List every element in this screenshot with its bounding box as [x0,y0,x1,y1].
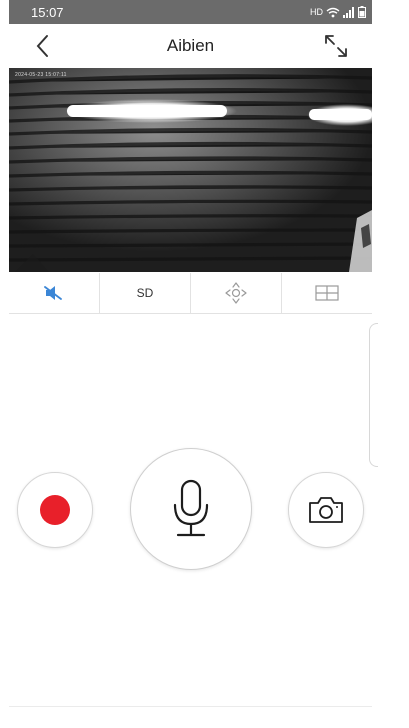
camera-feed-image [9,68,372,272]
grid-layout-icon [315,285,339,301]
page-title: Aibien [166,36,215,55]
ptz-control-button[interactable] [191,273,282,313]
wifi-icon [326,7,340,17]
side-panel-handle[interactable] [369,323,378,467]
quality-label: SD [136,286,154,300]
bottom-divider [9,706,372,707]
top-app-bar: Aibien [9,24,372,68]
quality-toggle-button[interactable]: SD [100,273,191,313]
playback-control-bar: SD [9,273,372,314]
video-timestamp-overlay: 2024-05-23 15:07:11 [15,72,67,78]
expand-arrows-icon [325,35,347,57]
status-time: 15:07 [31,4,64,20]
layout-toggle-button[interactable] [282,273,372,313]
speaker-muted-icon [44,286,62,300]
talk-button[interactable] [130,448,252,570]
ptz-direction-icon [225,282,247,304]
camera-icon [309,497,343,523]
mute-toggle-button[interactable] [9,273,100,313]
app-screen: 15:07 HD Aibien 2024-05-23 15:07:11 SD [0,0,409,728]
status-icons: HD [310,6,366,18]
live-video-view[interactable]: 2024-05-23 15:07:11 [9,68,372,272]
fullscreen-button[interactable] [322,32,350,60]
snapshot-button[interactable] [288,472,364,548]
back-button[interactable] [31,32,55,60]
signal-icon [343,6,354,18]
battery-icon [358,6,366,18]
hd-badge: HD [310,7,323,17]
record-dot-icon [40,495,70,525]
record-button[interactable] [17,472,93,548]
status-bar: 15:07 HD [9,0,372,24]
microphone-icon [173,479,209,537]
chevron-left-icon [36,35,48,57]
